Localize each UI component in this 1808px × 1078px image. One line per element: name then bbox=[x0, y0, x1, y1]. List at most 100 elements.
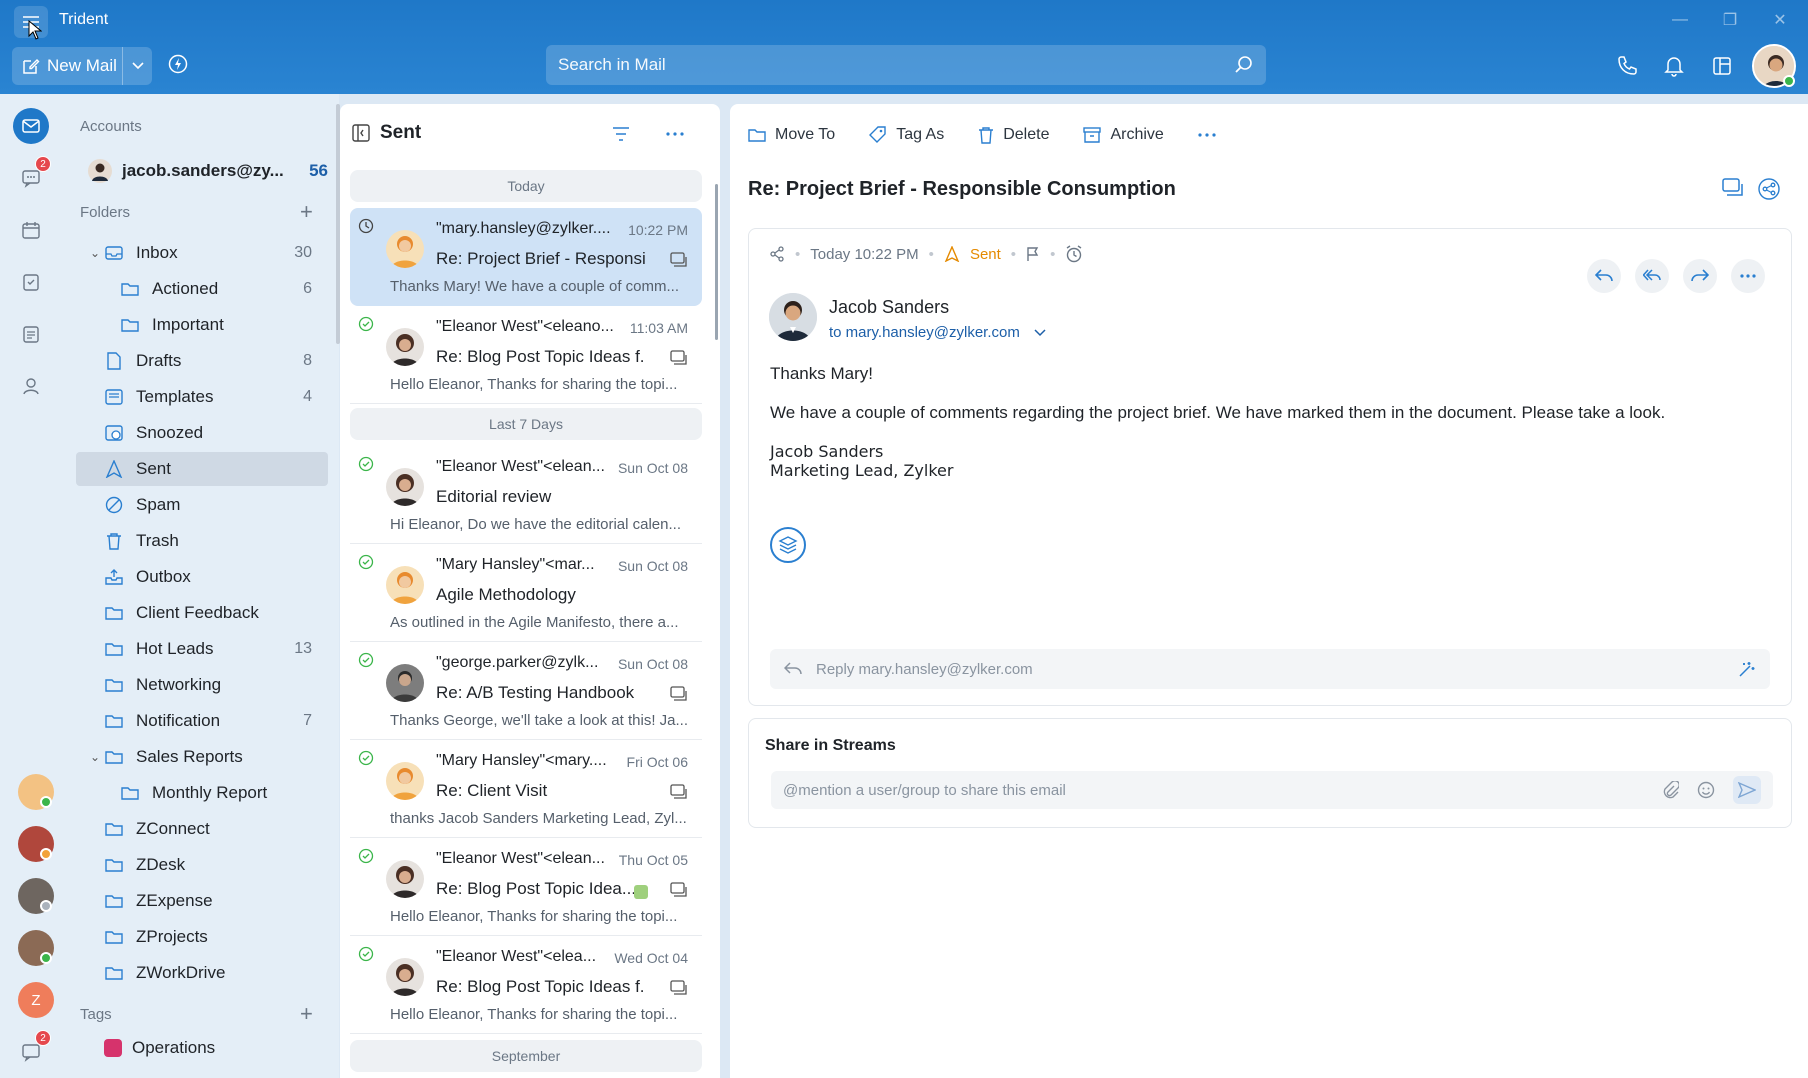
new-mail-dropdown[interactable] bbox=[122, 47, 152, 85]
folder-networking[interactable]: Networking bbox=[76, 668, 328, 702]
share-title: Share in Streams bbox=[765, 737, 896, 754]
send-share-button[interactable] bbox=[1733, 776, 1761, 804]
tag-as-button[interactable]: Tag As bbox=[869, 126, 944, 144]
folder-templates[interactable]: Templates 4 bbox=[76, 380, 328, 414]
chevron-down-icon[interactable]: ⌄ bbox=[90, 246, 100, 260]
layout-icon[interactable] bbox=[1712, 56, 1732, 76]
phone-icon[interactable] bbox=[1616, 55, 1638, 77]
folder-trash[interactable]: Trash bbox=[76, 524, 328, 558]
reply-button[interactable] bbox=[1587, 259, 1621, 293]
emoji-icon[interactable] bbox=[1697, 781, 1715, 799]
new-mail-button[interactable]: New Mail bbox=[12, 56, 122, 76]
mail-item[interactable]: "mary.hansley@zylker.... 10:22 PM Re: Pr… bbox=[350, 208, 702, 306]
maximize-button[interactable]: ❐ bbox=[1705, 6, 1755, 34]
filter-icon[interactable] bbox=[612, 126, 630, 142]
quick-reply-box[interactable]: Reply mary.hansley@zylker.com bbox=[770, 649, 1770, 689]
tag-operations[interactable]: Operations bbox=[104, 1038, 215, 1058]
folder-actioned[interactable]: Actioned 6 bbox=[76, 272, 328, 306]
mail-list-pane: Sent Today "mary.hansley@zylker.... 10:2… bbox=[340, 104, 720, 1078]
layers-icon bbox=[778, 536, 798, 554]
mail-from: "mary.hansley@zylker.... bbox=[436, 220, 611, 237]
search-input[interactable]: Search in Mail bbox=[558, 55, 1234, 75]
folder-spam[interactable]: Spam bbox=[76, 488, 328, 522]
layers-attachment-button[interactable] bbox=[770, 527, 806, 563]
folder-label: Drafts bbox=[136, 351, 182, 370]
chevron-down-icon[interactable] bbox=[1034, 328, 1046, 337]
recipient-line[interactable]: to mary.hansley@zylker.com bbox=[829, 324, 1046, 341]
sender-avatar[interactable] bbox=[769, 293, 817, 341]
bell-icon[interactable] bbox=[1664, 55, 1684, 77]
mail-item[interactable]: "Eleanor West"<elean... Sun Oct 08 Edito… bbox=[350, 446, 702, 544]
folder-notification[interactable]: Notification 7 bbox=[76, 704, 328, 738]
share-icon[interactable] bbox=[1758, 178, 1780, 200]
folder-monthly-report[interactable]: Monthly Report bbox=[76, 776, 328, 810]
folder-snoozed[interactable]: Snoozed bbox=[76, 416, 328, 450]
folder-zprojects[interactable]: ZProjects bbox=[76, 920, 328, 954]
reply-all-button[interactable] bbox=[1635, 259, 1669, 293]
quick-reply-input[interactable]: Reply mary.hansley@zylker.com bbox=[816, 661, 1033, 678]
rail-chat[interactable]: 2 bbox=[13, 156, 51, 196]
reminder-alarm-icon[interactable] bbox=[1065, 245, 1083, 263]
folder-outbox[interactable]: Outbox bbox=[76, 560, 328, 594]
message-card: • Today 10:22 PM • Sent • • Jacob Sander… bbox=[748, 228, 1792, 706]
presence-dot bbox=[40, 796, 52, 808]
rail-calendar[interactable] bbox=[13, 212, 49, 248]
add-tag-button[interactable]: + bbox=[300, 1003, 313, 1025]
attach-paperclip-icon[interactable] bbox=[1663, 781, 1679, 799]
account-item[interactable]: jacob.sanders@zy... 56 bbox=[88, 156, 328, 186]
reply-icon bbox=[1595, 269, 1613, 282]
delete-button[interactable]: Delete bbox=[978, 126, 1049, 144]
rail-avatar-z[interactable]: Z bbox=[18, 982, 54, 1018]
chevron-down-icon[interactable]: ⌄ bbox=[90, 750, 100, 764]
close-window-button[interactable]: ✕ bbox=[1755, 6, 1805, 34]
ai-sparkle-icon[interactable] bbox=[1738, 660, 1756, 678]
forward-button[interactable] bbox=[1683, 259, 1717, 293]
move-to-button[interactable]: Move To bbox=[748, 126, 835, 144]
archive-button[interactable]: Archive bbox=[1083, 126, 1164, 144]
collapse-panel-icon[interactable] bbox=[352, 124, 370, 142]
mail-item[interactable]: "Mary Hansley"<mar... Sun Oct 08 Agile M… bbox=[350, 544, 702, 642]
folder-hot-leads[interactable]: Hot Leads 13 bbox=[76, 632, 328, 666]
mail-item[interactable]: "Eleanor West"<eleano... 11:03 AM Re: Bl… bbox=[350, 306, 702, 404]
mail-item[interactable]: "Eleanor West"<elea... Wed Oct 04 Re: Bl… bbox=[350, 936, 702, 1034]
folder-zconnect[interactable]: ZConnect bbox=[76, 812, 328, 846]
rail-notes[interactable] bbox=[13, 316, 49, 352]
share-input-box[interactable]: @mention a user/group to share this emai… bbox=[771, 771, 1773, 809]
add-folder-button[interactable]: + bbox=[300, 201, 313, 223]
mail-item[interactable]: "Mary Hansley"<mary.... Fri Oct 06 Re: C… bbox=[350, 740, 702, 838]
avatar bbox=[386, 860, 424, 898]
sender-name[interactable]: Jacob Sanders bbox=[829, 297, 1046, 318]
folder-client-feedback[interactable]: Client Feedback bbox=[76, 596, 328, 630]
rail-tasks[interactable] bbox=[13, 264, 49, 300]
list-title: Sent bbox=[380, 122, 422, 143]
folder-zworkdrive[interactable]: ZWorkDrive bbox=[76, 956, 328, 990]
folder-drafts[interactable]: Drafts 8 bbox=[76, 344, 328, 378]
folder-icon bbox=[104, 855, 124, 875]
rail-mail[interactable] bbox=[13, 108, 49, 144]
body-text: We have a couple of comments regarding t… bbox=[770, 403, 1666, 423]
thread-icon bbox=[670, 686, 687, 701]
mail-item[interactable]: "Eleanor West"<elean... Thu Oct 05 Re: B… bbox=[350, 838, 702, 936]
folder-zdesk[interactable]: ZDesk bbox=[76, 848, 328, 882]
share-small-icon[interactable] bbox=[769, 246, 785, 262]
flag-icon[interactable] bbox=[1026, 246, 1040, 262]
drafts-icon bbox=[104, 351, 124, 371]
more-reply-options[interactable] bbox=[1731, 259, 1765, 293]
folder-zexpense[interactable]: ZExpense bbox=[76, 884, 328, 918]
search-bar[interactable]: Search in Mail bbox=[546, 45, 1266, 85]
rail-contacts[interactable] bbox=[13, 368, 49, 404]
more-options-icon[interactable] bbox=[666, 132, 684, 136]
share-input[interactable]: @mention a user/group to share this emai… bbox=[783, 782, 1066, 799]
folder-sent[interactable]: Sent bbox=[76, 452, 328, 486]
minimize-button[interactable]: — bbox=[1655, 6, 1705, 34]
online-status-dot bbox=[1783, 75, 1795, 87]
list-scrollbar[interactable] bbox=[715, 184, 718, 340]
open-thread-icon[interactable] bbox=[1722, 178, 1744, 198]
more-actions-icon[interactable] bbox=[1198, 133, 1216, 137]
rail-feed[interactable]: 2 bbox=[13, 1030, 51, 1070]
folder-important[interactable]: Important bbox=[76, 308, 328, 342]
mail-item[interactable]: "george.parker@zylk... Sun Oct 08 Re: A/… bbox=[350, 642, 702, 740]
folder-inbox[interactable]: ⌄ Inbox 30 bbox=[76, 236, 328, 270]
folder-sales-reports[interactable]: ⌄ Sales Reports bbox=[76, 740, 328, 774]
quick-actions-icon[interactable] bbox=[168, 54, 188, 74]
